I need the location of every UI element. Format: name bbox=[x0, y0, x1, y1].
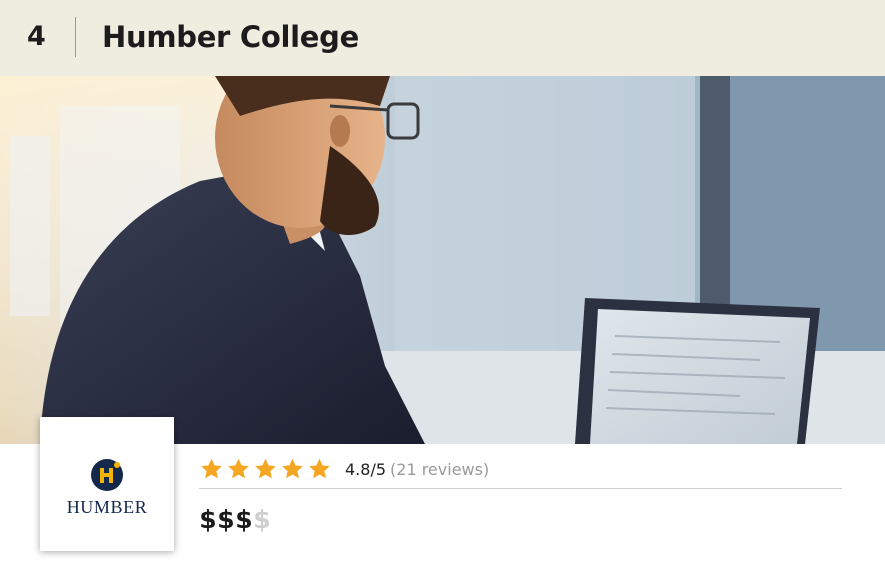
hero-photo[interactable] bbox=[0, 76, 885, 444]
star-icon bbox=[228, 458, 249, 479]
rating-score: 4.8/5 bbox=[345, 459, 387, 479]
price-dollar-sign: $ bbox=[235, 505, 253, 534]
star-rating bbox=[199, 457, 332, 481]
star-icon bbox=[309, 458, 330, 479]
reviews-link[interactable]: (21 reviews) bbox=[390, 460, 489, 479]
star-icon bbox=[201, 458, 222, 479]
header-divider bbox=[75, 17, 76, 57]
college-name[interactable]: Humber College bbox=[102, 17, 359, 57]
humber-logo-icon bbox=[91, 459, 123, 491]
rank-number: 4 bbox=[27, 21, 46, 52]
price-dollar-sign: $ bbox=[217, 505, 235, 534]
rating-row: 4.8/5 (21 reviews) bbox=[199, 455, 489, 483]
separator-line bbox=[199, 488, 842, 489]
logo-wordmark: HUMBER bbox=[66, 497, 148, 517]
star-icon bbox=[282, 458, 303, 479]
star-icon bbox=[255, 458, 276, 479]
price-dollar-sign: $ bbox=[253, 505, 271, 534]
college-logo-card[interactable]: HUMBER bbox=[40, 417, 174, 551]
price-level: $ $ $ $ bbox=[199, 504, 271, 536]
hero-photo-illustration bbox=[0, 76, 885, 444]
listing-header: 4 Humber College bbox=[0, 0, 885, 76]
price-dollar-sign: $ bbox=[199, 505, 217, 534]
